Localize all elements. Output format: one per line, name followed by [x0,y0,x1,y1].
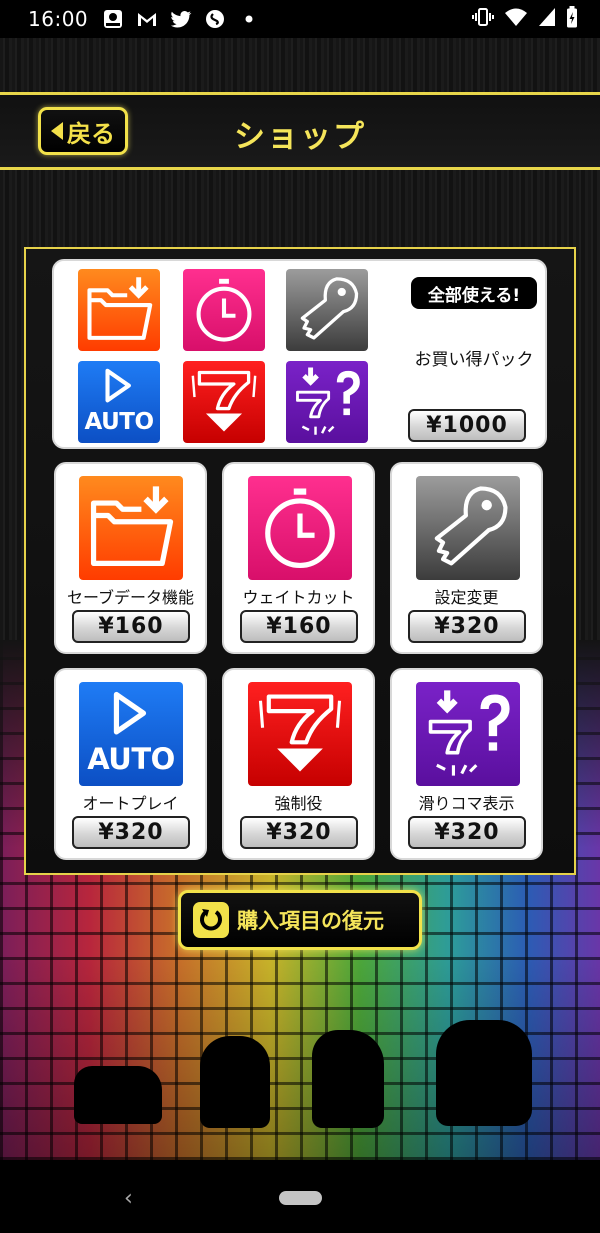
bundle-name: お買い得パック [414,350,534,370]
item-card-setting-change[interactable]: 設定変更 ¥320 [390,462,543,654]
save-folder-icon [79,476,183,580]
restore-purchases-button[interactable]: 購入項目の復元 [178,890,422,950]
item-price-button[interactable]: ¥160 [72,610,190,643]
item-card-auto-play[interactable]: AUTO オートプレイ ¥320 [54,668,207,860]
item-label: 滑りコマ表示 [418,794,515,813]
slip-koma-icon [286,361,368,443]
key-icon [416,476,520,580]
item-label: 設定変更 [434,588,499,607]
force-seven-icon [248,682,352,786]
auto-play-icon: AUTO [78,361,160,443]
shop-panel: AUTO 全部使える! お買い得パック ¥1000 セーブデータ機能 ¥160 … [24,247,576,875]
item-card-wait-cut[interactable]: ウェイトカット ¥160 [222,462,375,654]
bundle-price-button[interactable]: ¥1000 [408,409,526,442]
item-label: 強制役 [274,794,323,813]
item-card-force-role[interactable]: 強制役 ¥320 [222,668,375,860]
item-label: セーブデータ機能 [66,588,195,607]
restore-icon [193,902,229,938]
nav-back-icon[interactable]: ‹ [124,1186,133,1211]
signal-icon [538,7,556,31]
gmail-icon [136,8,158,30]
shazam-icon [204,8,226,30]
clock: 16:00 [28,7,89,31]
force-seven-icon [183,361,265,443]
timer-icon [183,269,265,351]
auto-icon-text: AUTO [87,742,175,776]
item-label: ウェイトカット [242,588,355,607]
auto-icon-text: AUTO [84,409,154,435]
item-price-button[interactable]: ¥320 [408,610,526,643]
item-price-button[interactable]: ¥160 [240,610,358,643]
battery-charging-icon [566,6,578,32]
header-bar: 戻る ショップ [0,92,600,170]
system-nav-bar: ‹ [0,1160,600,1233]
page-title: ショップ [234,119,366,155]
nav-home-pill[interactable] [279,1191,322,1205]
dot-icon [238,8,260,30]
wifi-icon [504,7,528,31]
item-price-button[interactable]: ¥320 [408,816,526,849]
twitter-icon [170,8,192,30]
save-folder-icon [78,269,160,351]
netchu-app-icon [102,8,124,30]
item-card-save-data[interactable]: セーブデータ機能 ¥160 [54,462,207,654]
status-bar: 16:00 [0,0,600,38]
vibrate-icon [472,7,494,31]
item-label: オートプレイ [82,794,179,813]
auto-play-icon: AUTO [79,682,183,786]
key-icon [286,269,368,351]
slip-koma-icon [416,682,520,786]
timer-icon [248,476,352,580]
item-price-button[interactable]: ¥320 [240,816,358,849]
item-price-button[interactable]: ¥320 [72,816,190,849]
restore-label: 購入項目の復元 [237,909,384,933]
bundle-pack-card[interactable]: AUTO 全部使える! お買い得パック ¥1000 [52,259,547,449]
item-card-slip-koma[interactable]: 滑りコマ表示 ¥320 [390,668,543,860]
all-usable-badge: 全部使える! [411,277,537,309]
